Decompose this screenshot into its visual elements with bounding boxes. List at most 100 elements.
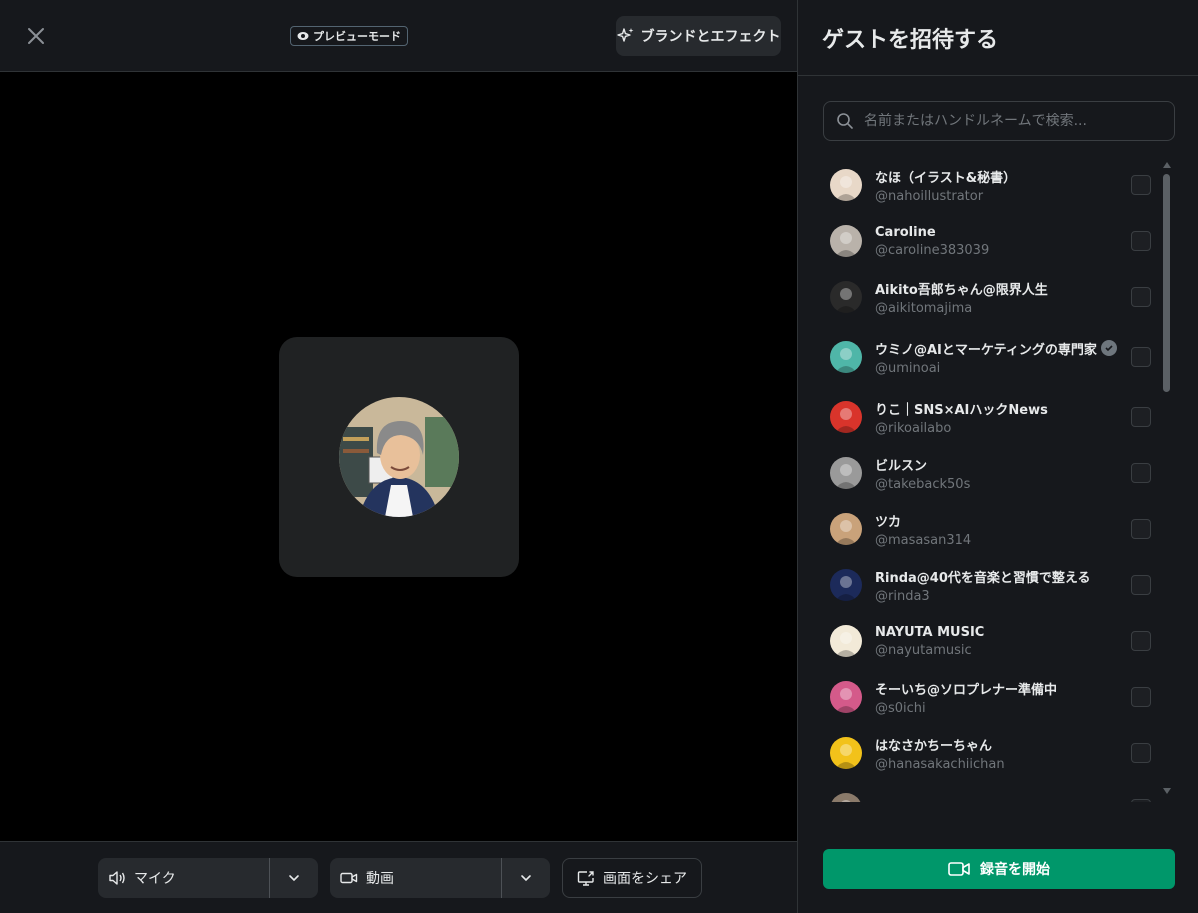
guest-name-text: ツカ xyxy=(875,514,902,530)
guest-row[interactable]: ウミノ@AIとマーケティングの専門家 @uminoai xyxy=(798,325,1178,389)
guest-handle: @rinda3 xyxy=(875,588,930,604)
guest-avatar xyxy=(830,737,862,769)
chevron-down-icon xyxy=(521,875,531,882)
guest-avatar xyxy=(830,793,862,802)
guest-list: なほ（イラスト&秘書） @nahoillustrator Caroline @caro… xyxy=(798,157,1178,802)
guest-list-scrollbar[interactable] xyxy=(1161,160,1173,800)
brand-effects-label: ブランドとエフェクト xyxy=(640,29,781,45)
guest-name: Caroline xyxy=(875,225,989,240)
search-input[interactable] xyxy=(864,113,1154,129)
guest-select-checkbox[interactable] xyxy=(1131,687,1151,707)
close-button[interactable] xyxy=(20,20,52,52)
guest-name-text: アララ xyxy=(875,800,914,803)
mic-label: マイク xyxy=(134,871,176,887)
scroll-up-arrow-icon[interactable] xyxy=(1163,162,1171,168)
search-box xyxy=(823,101,1175,141)
guest-info: ビルスン @takeback50s xyxy=(875,455,970,492)
guest-select-checkbox[interactable] xyxy=(1131,231,1151,251)
guest-info: ツカ @masasan314 xyxy=(875,511,971,548)
scroll-down-arrow-icon[interactable] xyxy=(1163,788,1171,794)
guest-select-checkbox[interactable] xyxy=(1131,287,1151,307)
guest-info: ウミノ@AIとマーケティングの専門家 @uminoai xyxy=(875,339,1117,376)
scrollbar-thumb[interactable] xyxy=(1163,174,1170,392)
guest-row[interactable]: Caroline @caroline383039 xyxy=(798,213,1178,269)
search-icon xyxy=(837,113,853,129)
guest-name-text: はなさかちーちゃん xyxy=(875,738,993,754)
guest-info: はなさかちーちゃん @hanasakachiichan xyxy=(875,735,1005,772)
mic-button[interactable]: マイク xyxy=(98,858,269,898)
guest-row[interactable]: Rinda@40代を音楽と習慣で整える @rinda3 xyxy=(798,557,1178,613)
brand-effects-button[interactable]: ブランドとエフェクト xyxy=(616,16,781,56)
guest-avatar xyxy=(830,625,862,657)
guest-select-checkbox[interactable] xyxy=(1131,407,1151,427)
eye-icon xyxy=(297,32,309,40)
guest-row[interactable]: ツカ @masasan314 xyxy=(798,501,1178,557)
guest-name: Rinda@40代を音楽と習慣で整える xyxy=(875,567,1091,586)
guest-row[interactable]: アララ xyxy=(798,781,1178,802)
guest-row[interactable]: はなさかちーちゃん @hanasakachiichan xyxy=(798,725,1178,781)
close-icon xyxy=(28,28,44,44)
guest-select-checkbox[interactable] xyxy=(1131,347,1151,367)
guest-row[interactable]: Aikito吾郎ちゃん@限界人生 @aikitomajima xyxy=(798,269,1178,325)
guest-name: ツカ xyxy=(875,511,971,530)
speaker-icon xyxy=(109,871,125,885)
guest-select-checkbox[interactable] xyxy=(1131,463,1151,483)
video-button[interactable]: 動画 xyxy=(330,858,501,898)
invite-guests-panel: ゲストを招待する なほ（イラスト&秘書） @nahoillustrator Caro… xyxy=(797,0,1198,913)
chevron-down-icon xyxy=(289,875,299,882)
host-avatar-illustration xyxy=(339,397,459,517)
guest-select-checkbox[interactable] xyxy=(1131,575,1151,595)
start-recording-label: 録音を開始 xyxy=(980,862,1050,878)
guest-row[interactable]: NAYUTA MUSIC @nayutamusic xyxy=(798,613,1178,669)
guest-name-text: Rinda@40代を音楽と習慣で整える xyxy=(875,570,1091,586)
guest-info: そーいち@ソロプレナー準備中 @s0ichi xyxy=(875,679,1057,716)
guest-avatar xyxy=(830,341,862,373)
guest-name: そーいち@ソロプレナー準備中 xyxy=(875,679,1057,698)
guest-name: はなさかちーちゃん xyxy=(875,735,1005,754)
guest-avatar xyxy=(830,401,862,433)
guest-select-checkbox[interactable] xyxy=(1131,519,1151,539)
mic-dropdown-button[interactable] xyxy=(270,858,318,898)
guest-name: りこ｜SNS×AIハックNews xyxy=(875,399,1048,418)
video-stage: プレビューモード ブランドとエフェクト マイク 動画 画面をシェア xyxy=(0,0,797,913)
video-dropdown-button[interactable] xyxy=(502,858,550,898)
guest-avatar xyxy=(830,457,862,489)
guest-row[interactable]: ビルスン @takeback50s xyxy=(798,445,1178,501)
guest-name-text: Caroline xyxy=(875,224,936,240)
guest-handle: @takeback50s xyxy=(875,476,971,492)
preview-mode-label: プレビューモード xyxy=(313,30,401,43)
guest-avatar xyxy=(830,281,862,313)
guest-avatar xyxy=(830,169,862,201)
guest-handle: @s0ichi xyxy=(875,700,926,716)
sparkle-icon xyxy=(616,28,633,42)
guest-name: NAYUTA MUSIC xyxy=(875,625,984,640)
guest-name: アララ xyxy=(875,800,914,803)
guest-name-text: なほ（イラスト&秘書） xyxy=(875,170,1017,186)
guest-row[interactable]: りこ｜SNS×AIハックNews @rikoailabo xyxy=(798,389,1178,445)
guest-select-checkbox[interactable] xyxy=(1131,631,1151,651)
guest-info: りこ｜SNS×AIハックNews @rikoailabo xyxy=(875,399,1048,436)
guest-name: Aikito吾郎ちゃん@限界人生 xyxy=(875,279,1048,298)
guest-name-text: ウミノ@AIとマーケティングの専門家 xyxy=(875,342,1097,358)
guest-avatar xyxy=(830,225,862,257)
top-bar: プレビューモード ブランドとエフェクト xyxy=(0,0,797,72)
broadcast-studio: プレビューモード ブランドとエフェクト マイク 動画 画面をシェア ゲストを招待… xyxy=(0,0,1198,913)
guest-handle: @nayutamusic xyxy=(875,642,972,658)
panel-header: ゲストを招待する xyxy=(798,0,1198,76)
guest-info: Aikito吾郎ちゃん@限界人生 @aikitomajima xyxy=(875,279,1048,316)
guest-select-checkbox[interactable] xyxy=(1131,175,1151,195)
guest-select-checkbox[interactable] xyxy=(1131,799,1151,802)
mic-control: マイク xyxy=(98,858,318,898)
guest-handle: @aikitomajima xyxy=(875,300,973,316)
guest-info: NAYUTA MUSIC @nayutamusic xyxy=(875,625,984,658)
start-recording-button[interactable]: 録音を開始 xyxy=(823,849,1175,889)
guest-select-checkbox[interactable] xyxy=(1131,743,1151,763)
guest-name-text: りこ｜SNS×AIハックNews xyxy=(875,402,1048,418)
guest-info: Rinda@40代を音楽と習慣で整える @rinda3 xyxy=(875,567,1091,604)
guest-name-text: NAYUTA MUSIC xyxy=(875,624,985,640)
guest-avatar xyxy=(830,569,862,601)
guest-handle: @hanasakachiichan xyxy=(875,756,1005,772)
guest-row[interactable]: そーいち@ソロプレナー準備中 @s0ichi xyxy=(798,669,1178,725)
share-screen-button[interactable]: 画面をシェア xyxy=(562,858,702,898)
guest-row[interactable]: なほ（イラスト&秘書） @nahoillustrator xyxy=(798,157,1178,213)
